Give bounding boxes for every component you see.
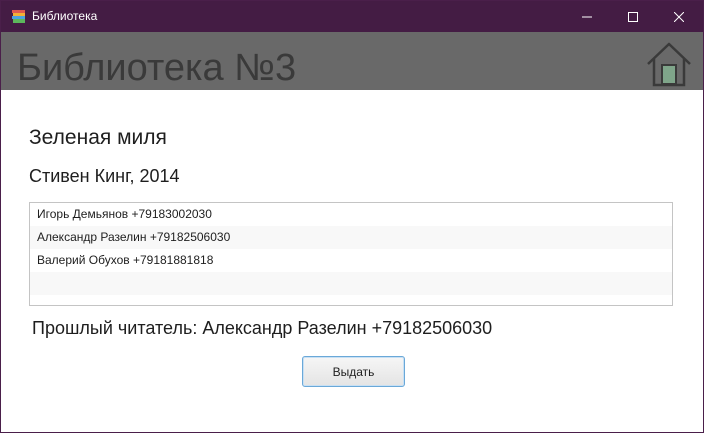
window-title: Библиотека [32, 9, 98, 23]
book-author-year: Стивен Кинг, 2014 [29, 166, 180, 186]
minimize-button[interactable] [564, 1, 610, 32]
minimize-icon [582, 16, 592, 17]
list-item[interactable]: Игорь Демьянов +79183002030 [30, 203, 672, 226]
home-icon [647, 42, 691, 87]
list-item[interactable]: Валерий Обухов +79181881818 [30, 249, 672, 272]
reader-list[interactable]: Игорь Демьянов +79183002030 Александр Ра… [29, 202, 673, 306]
page-title: Библиотека №3 [17, 47, 297, 89]
issue-button[interactable]: Выдать [302, 356, 405, 387]
close-button[interactable] [656, 1, 702, 32]
books-icon [11, 9, 26, 24]
empty-list-row [30, 272, 672, 295]
previous-reader-label: Прошлый читатель: Александр Разелин +791… [32, 318, 493, 338]
maximize-button[interactable] [610, 1, 656, 32]
app-window: Библиотека Библиотека №3 Зеленая миля Ст… [0, 0, 704, 433]
maximize-icon [628, 11, 638, 22]
list-item[interactable]: Александр Разелин +79182506030 [30, 226, 672, 249]
close-icon [674, 11, 684, 22]
title-bar[interactable]: Библиотека [1, 1, 703, 32]
home-button[interactable] [645, 41, 693, 89]
book-title: Зеленая миля [29, 126, 167, 149]
